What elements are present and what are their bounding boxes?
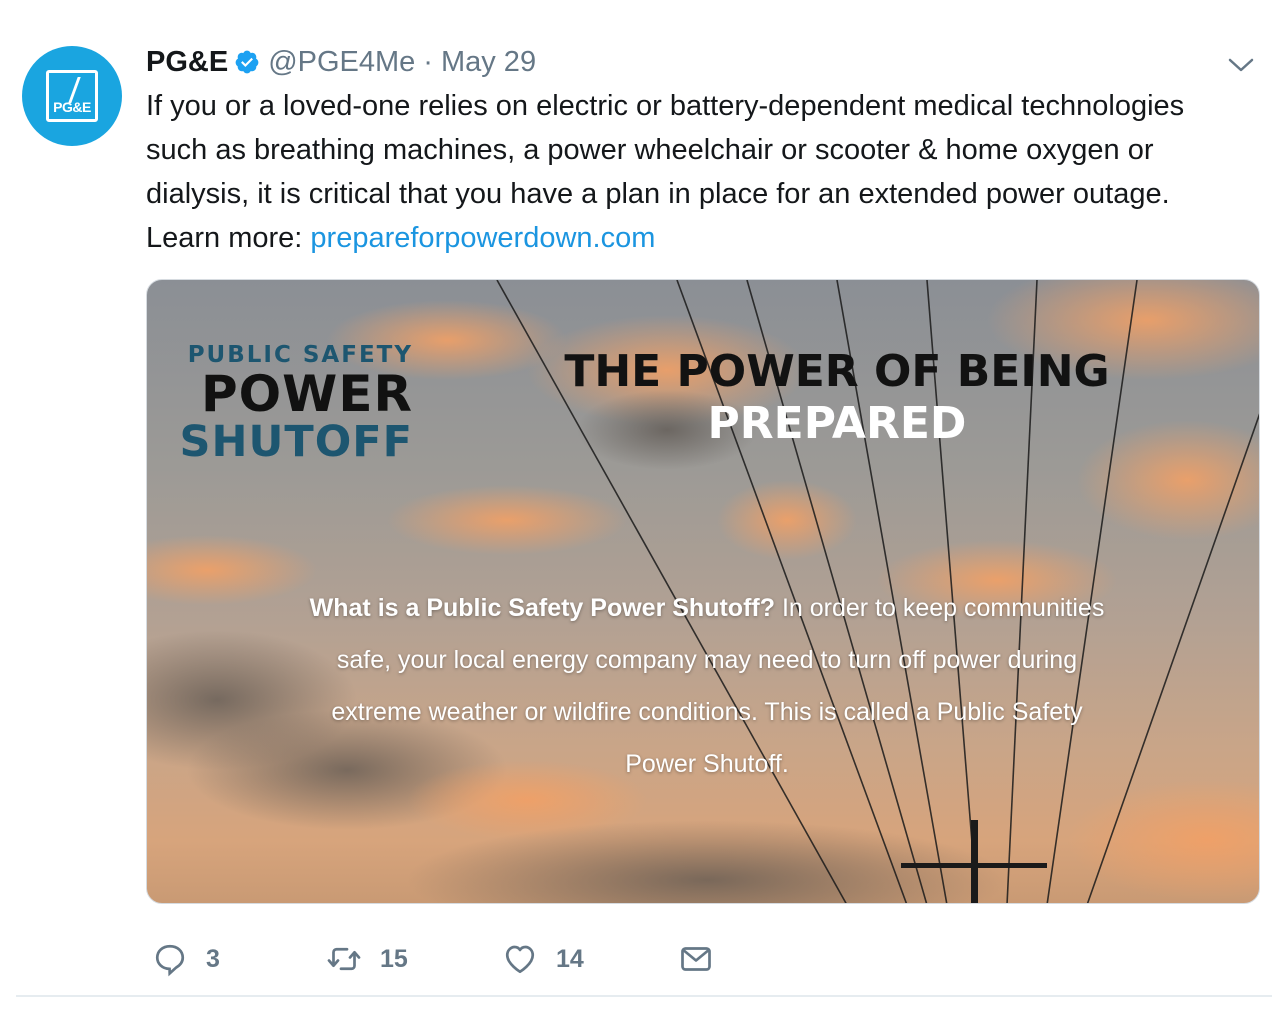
psps-logo: PUBLIC SAFETY POWER SHUTOFF [163, 342, 413, 464]
heart-icon [505, 945, 535, 974]
avatar[interactable]: PG&E [22, 46, 122, 146]
chevron-down-icon[interactable] [1226, 54, 1256, 76]
psps-logo-line3: SHUTOFF [179, 417, 413, 467]
body-copy-line1-rest: In order to keep communities [775, 594, 1105, 622]
tweet-text: If you or a loved-one relies on electric… [146, 84, 1266, 260]
retweet-button[interactable]: 15 [326, 934, 408, 984]
body-copy-line: safe, your local energy company may need… [336, 646, 1078, 674]
retweet-count: 15 [380, 944, 408, 973]
media-body-copy: What is a Public Safety Power Shutoff? I… [227, 582, 1187, 790]
learn-more-label: Learn more: [146, 222, 311, 254]
tweet-text-line: such as breathing machines, a power whee… [146, 134, 1154, 166]
body-copy-line: Power Shutoff. [625, 750, 789, 778]
author-name[interactable]: PG&E [146, 46, 228, 79]
reply-icon [155, 944, 185, 977]
media-headline: THE POWER OF BEING PREPARED [507, 346, 1167, 450]
reply-count: 3 [206, 944, 220, 973]
body-copy-line: extreme weather or wildfire conditions. … [331, 698, 1083, 726]
tweet: PG&E PG&E @PGE4Me · May 29 If you or a l… [0, 0, 1280, 1024]
verified-badge-icon [235, 50, 259, 74]
separator-dot: · [423, 45, 433, 78]
tweet-date[interactable]: May 29 [441, 46, 536, 79]
body-copy-question: What is a Public Safety Power Shutoff? [309, 594, 775, 622]
tweet-link[interactable]: prepareforpowerdown.com [310, 222, 655, 254]
tweet-text-line: dialysis, it is critical that you have a… [146, 178, 1170, 210]
psps-logo-line2: POWER [201, 365, 413, 423]
tweet-media-image[interactable]: PUBLIC SAFETY POWER SHUTOFF THE POWER OF… [146, 279, 1260, 904]
direct-message-button[interactable] [678, 934, 732, 984]
envelope-icon [681, 947, 711, 971]
headline-line1: THE POWER OF BEING [564, 346, 1110, 397]
pge-logo: PG&E [46, 70, 98, 122]
tweet-divider [16, 995, 1272, 997]
reply-button[interactable]: 3 [152, 934, 220, 984]
like-count: 14 [556, 944, 584, 973]
author-handle[interactable]: @PGE4Me [268, 46, 415, 79]
body-copy-line: What is a Public Safety Power Shutoff? I… [227, 582, 1187, 634]
tweet-header: PG&E @PGE4Me · May 29 [146, 42, 536, 82]
retweet-icon [327, 947, 361, 971]
like-button[interactable]: 14 [502, 934, 584, 984]
learn-more-line: Learn more: prepareforpowerdown.com [146, 216, 1266, 260]
tweet-text-line: If you or a loved-one relies on electric… [146, 90, 1185, 122]
tweet-actions: 3 15 14 [146, 934, 746, 984]
headline-line2: PREPARED [707, 398, 967, 449]
